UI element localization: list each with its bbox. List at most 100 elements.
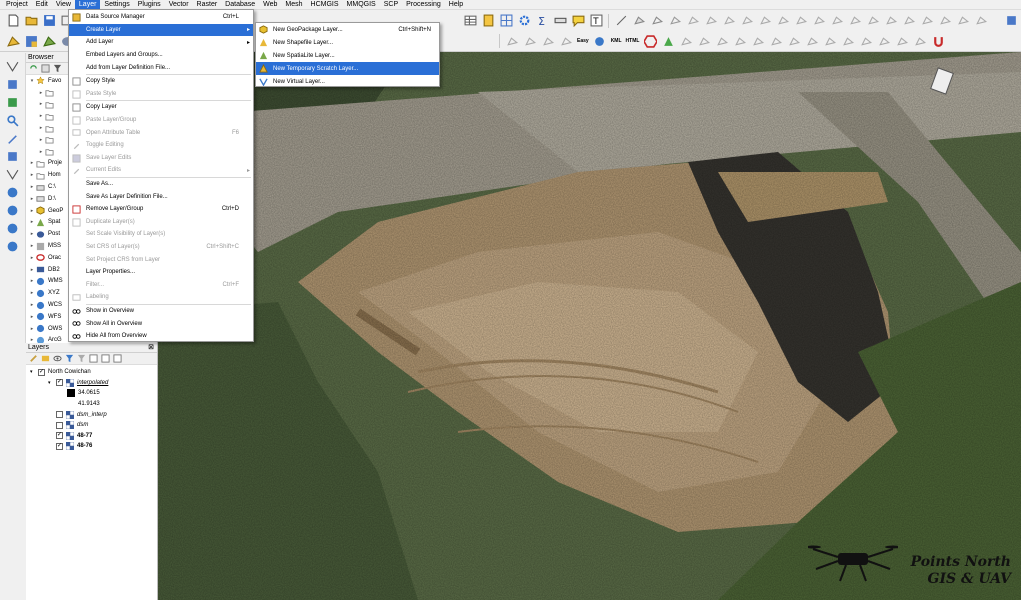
add-selected-icon[interactable] <box>41 64 50 73</box>
layer-row-48-77[interactable]: ✓ 48-77 <box>26 431 157 442</box>
create-layer-item-new-geopackage-layer[interactable]: New GeoPackage Layer... Ctrl+Shift+N <box>256 23 439 36</box>
layer-menu-item-duplicate-layer-s[interactable]: Duplicate Layer(s) <box>69 216 253 229</box>
tool-icon[interactable] <box>541 34 555 48</box>
save-project-icon[interactable] <box>42 14 56 28</box>
expand-arrow-icon[interactable]: ▸ <box>28 184 36 190</box>
layer-menu-item-labeling[interactable]: Labeling <box>69 291 253 304</box>
create-layer-item-new-shapefile-layer[interactable]: New Shapefile Layer... <box>256 36 439 49</box>
expand-arrow-icon[interactable]: ▸ <box>37 101 45 107</box>
add-layer-dropdown-icon[interactable] <box>42 34 56 48</box>
eye-icon[interactable] <box>53 354 62 363</box>
layer-menu-item-show-in-overview[interactable]: Show in Overview <box>69 305 253 318</box>
layer-menu-item-set-scale-visibility-of-layer-s[interactable]: Set Scale Visibility of Layer(s) <box>69 228 253 241</box>
expand-arrow-icon[interactable]: ▸ <box>28 267 36 273</box>
raster-icon[interactable] <box>6 95 20 109</box>
delete-ring-icon[interactable] <box>794 14 808 28</box>
menu-edit[interactable]: Edit <box>32 0 52 10</box>
new-project-icon[interactable] <box>6 14 20 28</box>
layer-menu-item-filter[interactable]: Filter... Ctrl+F <box>69 278 253 291</box>
layer-menu-item-set-crs-of-layer-s[interactable]: Set CRS of Layer(s) Ctrl+Shift+C <box>69 241 253 254</box>
add-feature-icon[interactable] <box>632 14 646 28</box>
rotate-icon[interactable] <box>704 14 718 28</box>
magnet-icon[interactable] <box>931 34 945 48</box>
grid-icon[interactable] <box>499 14 513 28</box>
close-icon[interactable]: ⊠ <box>148 343 154 352</box>
expand-arrow-icon[interactable]: ▸ <box>28 160 36 166</box>
globe-icon[interactable] <box>6 185 20 199</box>
virtual-icon[interactable] <box>6 167 20 181</box>
expand-arrow-icon[interactable]: ▸ <box>28 255 36 261</box>
layer-menu-item-copy-layer[interactable]: Copy Layer <box>69 101 253 114</box>
move-feature-icon[interactable] <box>686 14 700 28</box>
add-part-icon[interactable] <box>758 14 772 28</box>
filter-legend-icon[interactable] <box>77 354 86 363</box>
tool-icon[interactable] <box>859 34 873 48</box>
expand-arrow-icon[interactable]: ▸ <box>28 243 36 249</box>
globe-icon[interactable] <box>6 221 20 235</box>
layer-menu-item-copy-style[interactable]: Copy Style <box>69 75 253 88</box>
expand-arrow-icon[interactable]: ▾ <box>28 78 36 84</box>
menu-mmqgis[interactable]: MMQGIS <box>343 0 380 10</box>
tool-icon[interactable] <box>805 34 819 48</box>
layer-menu-item-layer-properties[interactable]: Layer Properties... <box>69 266 253 279</box>
menu-help[interactable]: Help <box>445 0 467 10</box>
layer-menu-item-add-layer[interactable]: Add Layer ▸ <box>69 36 253 49</box>
gear-icon[interactable] <box>517 14 531 28</box>
expand-arrow-icon[interactable]: ▸ <box>28 208 36 214</box>
tool-icon[interactable] <box>715 34 729 48</box>
filter-icon[interactable] <box>65 354 74 363</box>
expand-arrow-icon[interactable]: ▸ <box>37 113 45 119</box>
collapse-all-icon[interactable] <box>101 354 110 363</box>
tool-icon[interactable] <box>877 34 891 48</box>
vertex-icon[interactable] <box>6 77 20 91</box>
annotation-icon[interactable] <box>571 14 585 28</box>
layer-menu-item-data-source-manager[interactable]: Data Source Manager Ctrl+L <box>69 11 253 24</box>
layer-row-48-76[interactable]: ✓ 48-76 <box>26 441 157 452</box>
layer-menu-item-create-layer[interactable]: Create Layer ▸ <box>69 23 253 37</box>
layer-row-41-9143[interactable]: 41.9143 <box>26 399 157 410</box>
globe-icon[interactable] <box>6 239 20 253</box>
reshape-icon[interactable] <box>830 14 844 28</box>
tool-icon[interactable] <box>523 34 537 48</box>
search-icon[interactable] <box>6 113 20 127</box>
menu-mesh[interactable]: Mesh <box>281 0 306 10</box>
expand-arrow-icon[interactable]: ▸ <box>28 219 36 225</box>
add-group-icon[interactable] <box>41 354 50 363</box>
layer-menu-item-remove-layer-group[interactable]: Remove Layer/Group Ctrl+D <box>69 203 253 216</box>
layer-menu-item-hide-all-from-overview[interactable]: Hide All from Overview <box>69 330 253 343</box>
tool-icon[interactable] <box>505 34 519 48</box>
html-label[interactable]: HTML <box>626 38 640 44</box>
tool-icon[interactable] <box>769 34 783 48</box>
mesh-icon[interactable] <box>6 149 20 163</box>
layer-row-interpolated[interactable]: ▾ ✓ interpolated <box>26 378 157 389</box>
layer-visibility-checkbox[interactable]: ✓ <box>56 442 63 450</box>
attribute-table-icon[interactable] <box>463 14 477 28</box>
style-icon[interactable] <box>29 354 38 363</box>
expand-arrow-icon[interactable]: ▸ <box>28 231 36 237</box>
menu-web[interactable]: Web <box>259 0 281 10</box>
layer-menu-item-show-all-in-overview[interactable]: Show All in Overview <box>69 317 253 330</box>
create-layer-item-new-spatialite-layer[interactable]: New SpatiaLite Layer... <box>256 49 439 62</box>
vertex-tool-icon[interactable] <box>650 14 664 28</box>
hexagon-icon[interactable] <box>643 34 657 48</box>
expand-arrow-icon[interactable]: ▸ <box>28 290 36 296</box>
refresh-icon[interactable] <box>29 64 38 73</box>
field-calculator-icon[interactable] <box>481 14 495 28</box>
split-features-icon[interactable] <box>866 14 880 28</box>
expand-arrow-icon[interactable]: ▸ <box>28 278 36 284</box>
layer-menu-item-paste-style[interactable]: Paste Style <box>69 88 253 101</box>
expand-arrow-icon[interactable]: ▸ <box>28 314 36 320</box>
layer-menu-item-set-project-crs-from-layer[interactable]: Set Project CRS from Layer <box>69 253 253 266</box>
create-layer-item-new-virtual-layer[interactable]: New Virtual Layer... <box>256 75 439 88</box>
open-project-icon[interactable] <box>24 14 38 28</box>
layer-row-north-cowichan[interactable]: ▾ ✓ North Cowichan <box>26 367 157 378</box>
offset-curve-icon[interactable] <box>848 14 862 28</box>
layer-menu-item-save-as-layer-definition-file[interactable]: Save As Layer Definition File... <box>69 190 253 203</box>
menu-hcmgis[interactable]: HCMGIS <box>307 0 343 10</box>
layer-row-dsm-interp[interactable]: dsm_interp <box>26 409 157 420</box>
map-canvas[interactable]: Points North GIS & UAV <box>158 52 1021 600</box>
plugin-icon[interactable] <box>1004 14 1018 28</box>
layer-menu-item-save-layer-edits[interactable]: Save Layer Edits <box>69 152 253 165</box>
pen-icon[interactable] <box>6 131 20 145</box>
trim-extend-icon[interactable] <box>974 14 988 28</box>
